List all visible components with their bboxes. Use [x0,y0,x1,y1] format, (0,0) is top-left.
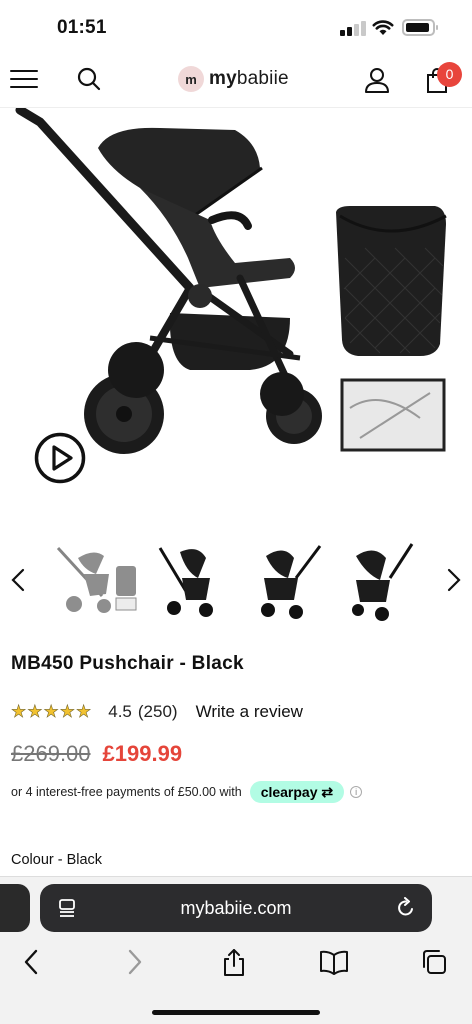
logo-text: mybabiie [209,68,289,89]
previous-tab-preview[interactable] [0,884,30,932]
back-icon[interactable] [22,948,42,976]
info-icon[interactable]: i [350,786,363,798]
review-count[interactable]: (250) [138,702,178,722]
chevron-right-icon[interactable] [444,568,464,592]
site-header: m mybabiie [0,54,472,108]
thumbnail-pushchair-with-accessories[interactable] [54,538,138,622]
account-icon[interactable] [364,66,390,94]
home-indicator[interactable] [152,1010,320,1015]
tabs-icon[interactable] [420,948,448,976]
wifi-icon [372,20,394,35]
rating-row: ★ ★ ★ ★ ★ 4.5 (250) Write a review [11,701,303,723]
battery-icon [402,19,438,36]
thumbnail-pushchair-angle[interactable] [342,538,426,622]
installments-info: or 4 interest-free payments of £50.00 wi… [11,781,363,803]
hamburger-menu-icon[interactable] [10,68,38,90]
url-text: mybabiie.com [180,898,292,918]
bookmarks-icon[interactable] [319,948,349,976]
play-video-button[interactable] [34,432,86,484]
signal-icon [340,20,366,36]
status-bar: 01:51 [0,0,472,54]
star-rating: ★ ★ ★ ★ ★ [11,702,92,722]
chevron-left-icon[interactable] [8,568,28,592]
star-icon: ★ [43,702,59,722]
clearpay-badge[interactable]: clearpay ⇄ [249,781,345,803]
installments-text: or 4 interest-free payments of £50.00 wi… [11,785,242,799]
thumbnail-carousel [0,538,472,622]
search-icon[interactable] [76,66,102,92]
star-icon: ★ [11,702,27,722]
sale-price: £199.99 [102,741,183,766]
colour-label: Colour - Black [11,852,103,868]
product-title: MB450 Pushchair - Black [11,653,244,674]
share-icon[interactable] [221,948,247,978]
star-icon: ★ [27,702,43,722]
forward-icon[interactable] [124,948,144,976]
thumbnail-pushchair-front[interactable] [150,538,234,622]
star-icon: ★ [59,702,75,722]
rating-value: 4.5 [108,702,132,721]
logo-mark: m [178,66,204,92]
thumbnail-pushchair-side[interactable] [246,538,330,622]
mybabiie-logo[interactable]: m mybabiie [178,64,289,94]
status-time: 01:51 [57,17,107,38]
original-price: £269.00 [11,741,91,766]
clearpay-arrows-icon: ⇄ [317,784,334,800]
write-review-link[interactable]: Write a review [196,702,303,722]
address-bar[interactable]: mybabiie.com [40,884,432,932]
reload-icon[interactable] [396,897,416,919]
cart-count-badge[interactable]: 0 [437,62,462,87]
price-row: £269.00 £199.99 [11,741,182,767]
half-star-icon: ★ [76,702,92,722]
